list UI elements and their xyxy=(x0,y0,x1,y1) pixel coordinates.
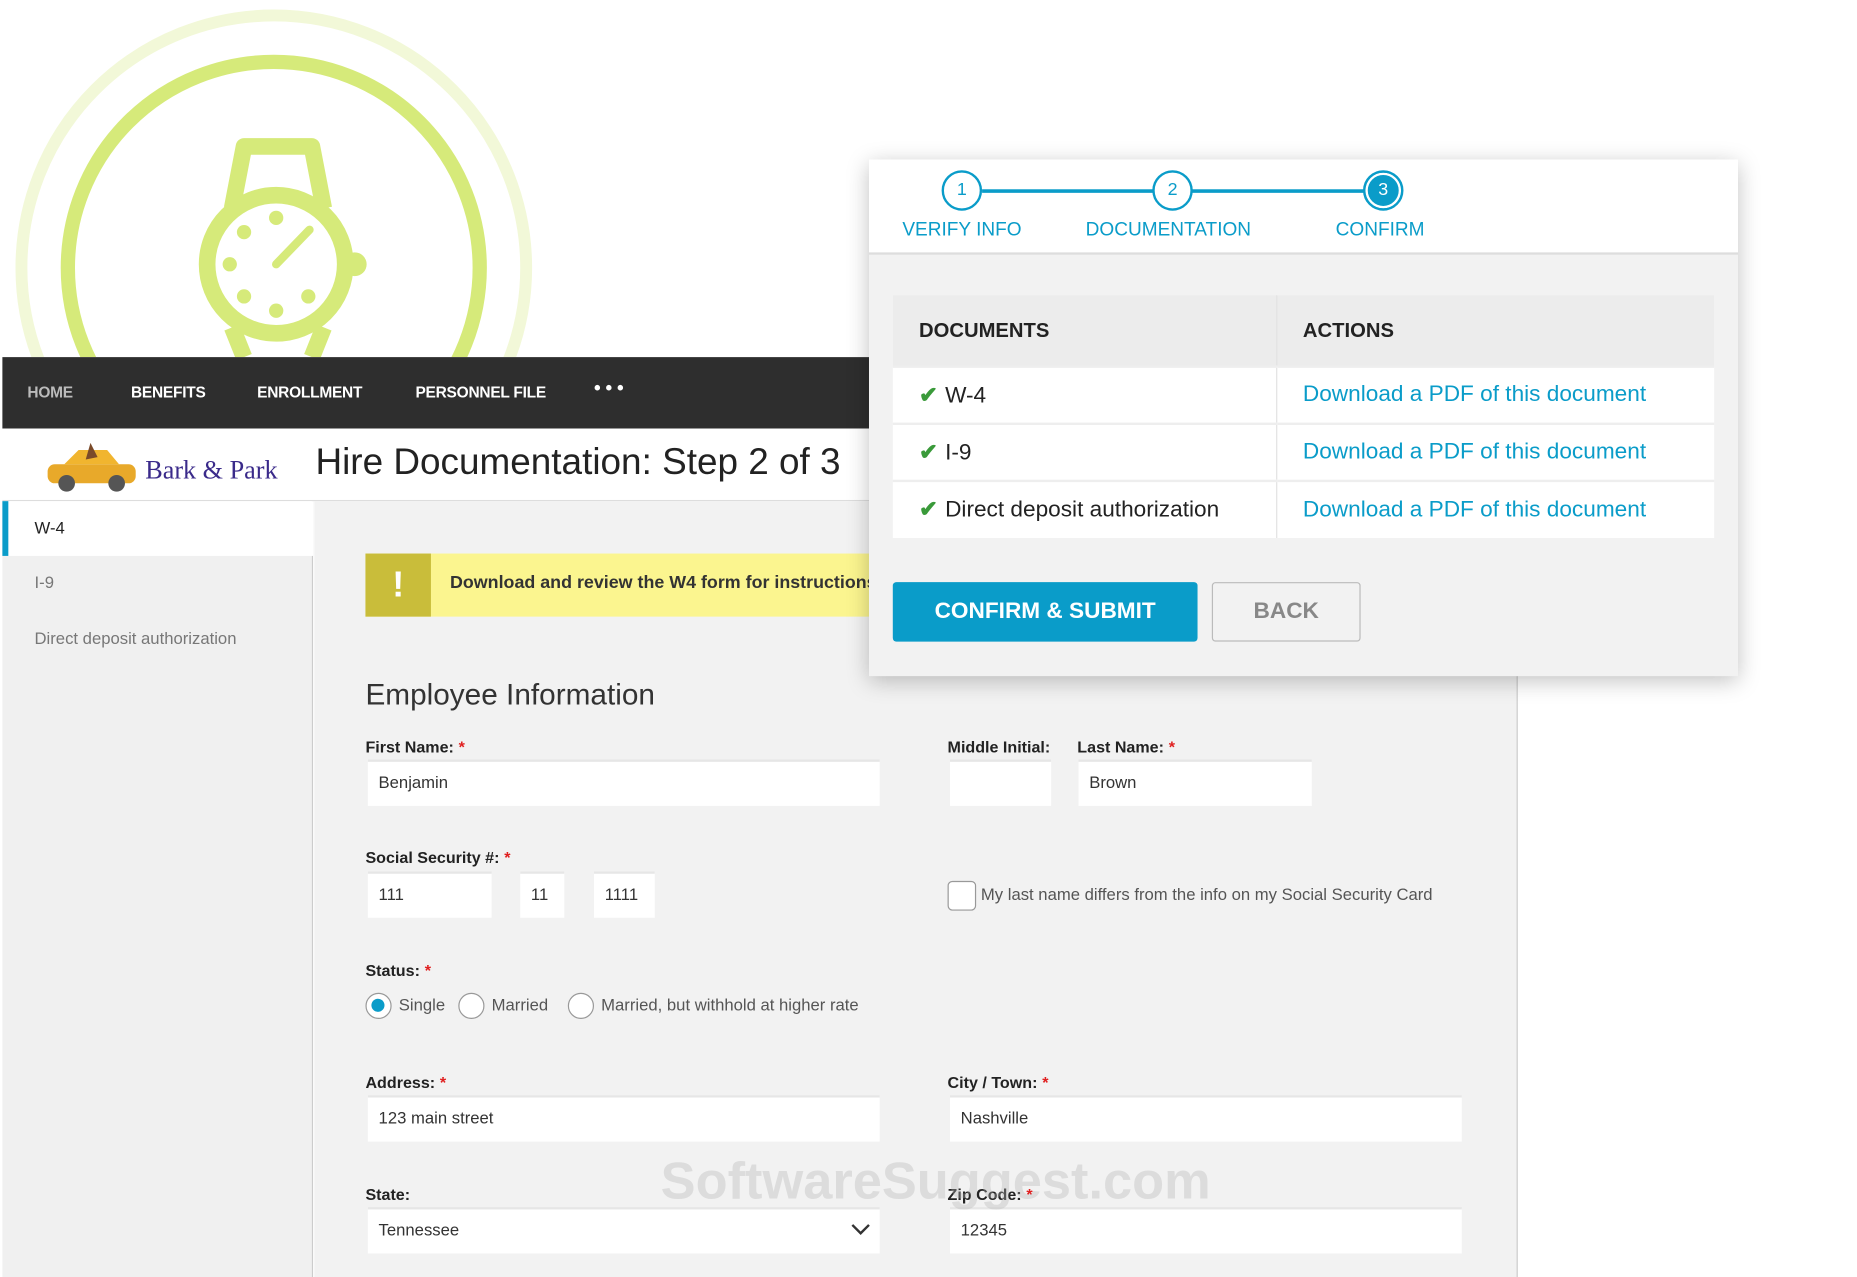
ssn-part3-input[interactable]: 1111 xyxy=(594,871,655,918)
status-single-radio[interactable] xyxy=(365,992,392,1019)
documents-table: DOCUMENTS ACTIONS ✔ W-4 Download a PDF of t… xyxy=(892,295,1715,539)
header-actions: ACTIONS xyxy=(1275,295,1715,367)
check-icon: ✔ xyxy=(918,497,938,523)
warning-icon: ! xyxy=(365,553,431,617)
check-icon: ✔ xyxy=(918,382,938,408)
section-title: Employee Information xyxy=(365,678,655,712)
step-3-label: CONFIRM xyxy=(1335,220,1425,241)
ssn-part1-input[interactable]: 111 xyxy=(367,871,492,918)
doc-name: I-9 xyxy=(945,439,972,465)
status-label: Status: * xyxy=(365,961,431,980)
brand-name: Bark & Park xyxy=(145,454,278,485)
status-married-higher-label: Married, but withhold at higher rate xyxy=(601,995,859,1015)
last-name-input[interactable]: Brown xyxy=(1078,759,1312,806)
download-pdf-link[interactable]: Download a PDF of this document xyxy=(1303,497,1646,522)
nav-benefits[interactable]: BENEFITS xyxy=(131,383,206,401)
alert-message: Download and review the W4 form for inst… xyxy=(449,572,882,593)
download-pdf-link[interactable]: Download a PDF of this document xyxy=(1303,439,1646,464)
step-2-circle: 2 xyxy=(1152,170,1193,211)
first-name-label: First Name: * xyxy=(365,738,465,756)
step-3-circle: 3 xyxy=(1363,170,1404,211)
address-label: Address: * xyxy=(365,1073,447,1092)
name-differs-checkbox[interactable] xyxy=(947,880,977,911)
ssn-part2-input[interactable]: 11 xyxy=(520,871,565,918)
middle-initial-input[interactable] xyxy=(949,759,1052,806)
status-single-label: Single xyxy=(398,995,446,1015)
check-icon: ✔ xyxy=(918,439,938,465)
nav-enrollment[interactable]: ENROLLMENT xyxy=(257,383,362,401)
middle-initial-label: Middle Initial: xyxy=(947,738,1051,756)
alert-banner: ! Download and review the W4 form for in… xyxy=(365,553,882,617)
status-married-label: Married xyxy=(491,995,549,1015)
sidebar-item-i9[interactable]: I-9 xyxy=(2,556,313,611)
step-2-label: DOCUMENTATION xyxy=(1085,220,1252,241)
nav-home[interactable]: HOME xyxy=(27,383,73,401)
step-1-circle: 1 xyxy=(941,170,983,211)
confirm-submit-button[interactable]: CONFIRM & SUBMIT xyxy=(892,582,1198,642)
chevron-down-icon xyxy=(851,1224,870,1235)
step-connector xyxy=(1191,189,1366,193)
address-input[interactable]: 123 main street xyxy=(367,1095,880,1142)
page-title: Hire Documentation: Step 2 of 3 xyxy=(315,440,841,483)
brand-logo[interactable]: Bark & Park xyxy=(45,438,278,493)
download-pdf-link[interactable]: Download a PDF of this document xyxy=(1303,382,1646,407)
watch-logo-icon xyxy=(15,9,533,358)
status-married-higher-radio[interactable] xyxy=(567,992,595,1019)
state-select[interactable]: Tennessee xyxy=(367,1207,880,1254)
nav-more-icon[interactable]: • • • xyxy=(594,379,624,400)
state-label: State: xyxy=(365,1185,411,1204)
nav-personnel-file[interactable]: PERSONNEL FILE xyxy=(415,383,546,401)
table-row: ✔ I-9 Download a PDF of this document xyxy=(892,422,1715,481)
header-documents: DOCUMENTS xyxy=(892,295,1277,367)
sidebar: W-4 I-9 Direct deposit authorization xyxy=(2,501,314,1277)
city-input[interactable]: Nashville xyxy=(949,1095,1462,1142)
doc-name: W-4 xyxy=(945,382,987,408)
taxi-icon xyxy=(47,442,136,492)
watermark: SoftwareSuggest.com xyxy=(660,1152,1211,1211)
confirm-dialog: 1 2 3 VERIFY INFO DOCUMENTATION CONFIRM … xyxy=(868,159,1738,677)
step-1-label: VERIFY INFO xyxy=(902,220,1022,241)
first-name-input[interactable]: Benjamin xyxy=(367,759,880,806)
back-button[interactable]: BACK xyxy=(1211,582,1361,642)
state-value: Tennessee xyxy=(378,1220,460,1240)
ssn-label: Social Security #: * xyxy=(365,848,511,867)
zip-input[interactable]: 12345 xyxy=(949,1207,1462,1254)
top-nav: HOME BENEFITS ENROLLMENT PERSONNEL FILE … xyxy=(2,357,869,429)
step-connector xyxy=(982,189,1155,193)
table-row: ✔ Direct deposit authorization Download a … xyxy=(892,479,1715,539)
doc-name: Direct deposit authorization xyxy=(945,497,1220,523)
sidebar-item-w4[interactable]: W-4 xyxy=(2,501,314,556)
status-married-radio[interactable] xyxy=(458,992,485,1019)
sidebar-item-direct-deposit[interactable]: Direct deposit authorization xyxy=(2,612,313,667)
table-row: ✔ W-4 Download a PDF of this document xyxy=(892,365,1715,424)
stepper: 1 2 3 VERIFY INFO DOCUMENTATION CONFIRM xyxy=(868,159,1738,255)
last-name-label: Last Name: * xyxy=(1077,738,1175,756)
city-label: City / Town: * xyxy=(947,1073,1049,1092)
name-differs-label: My last name differs from the info on my… xyxy=(980,884,1433,904)
